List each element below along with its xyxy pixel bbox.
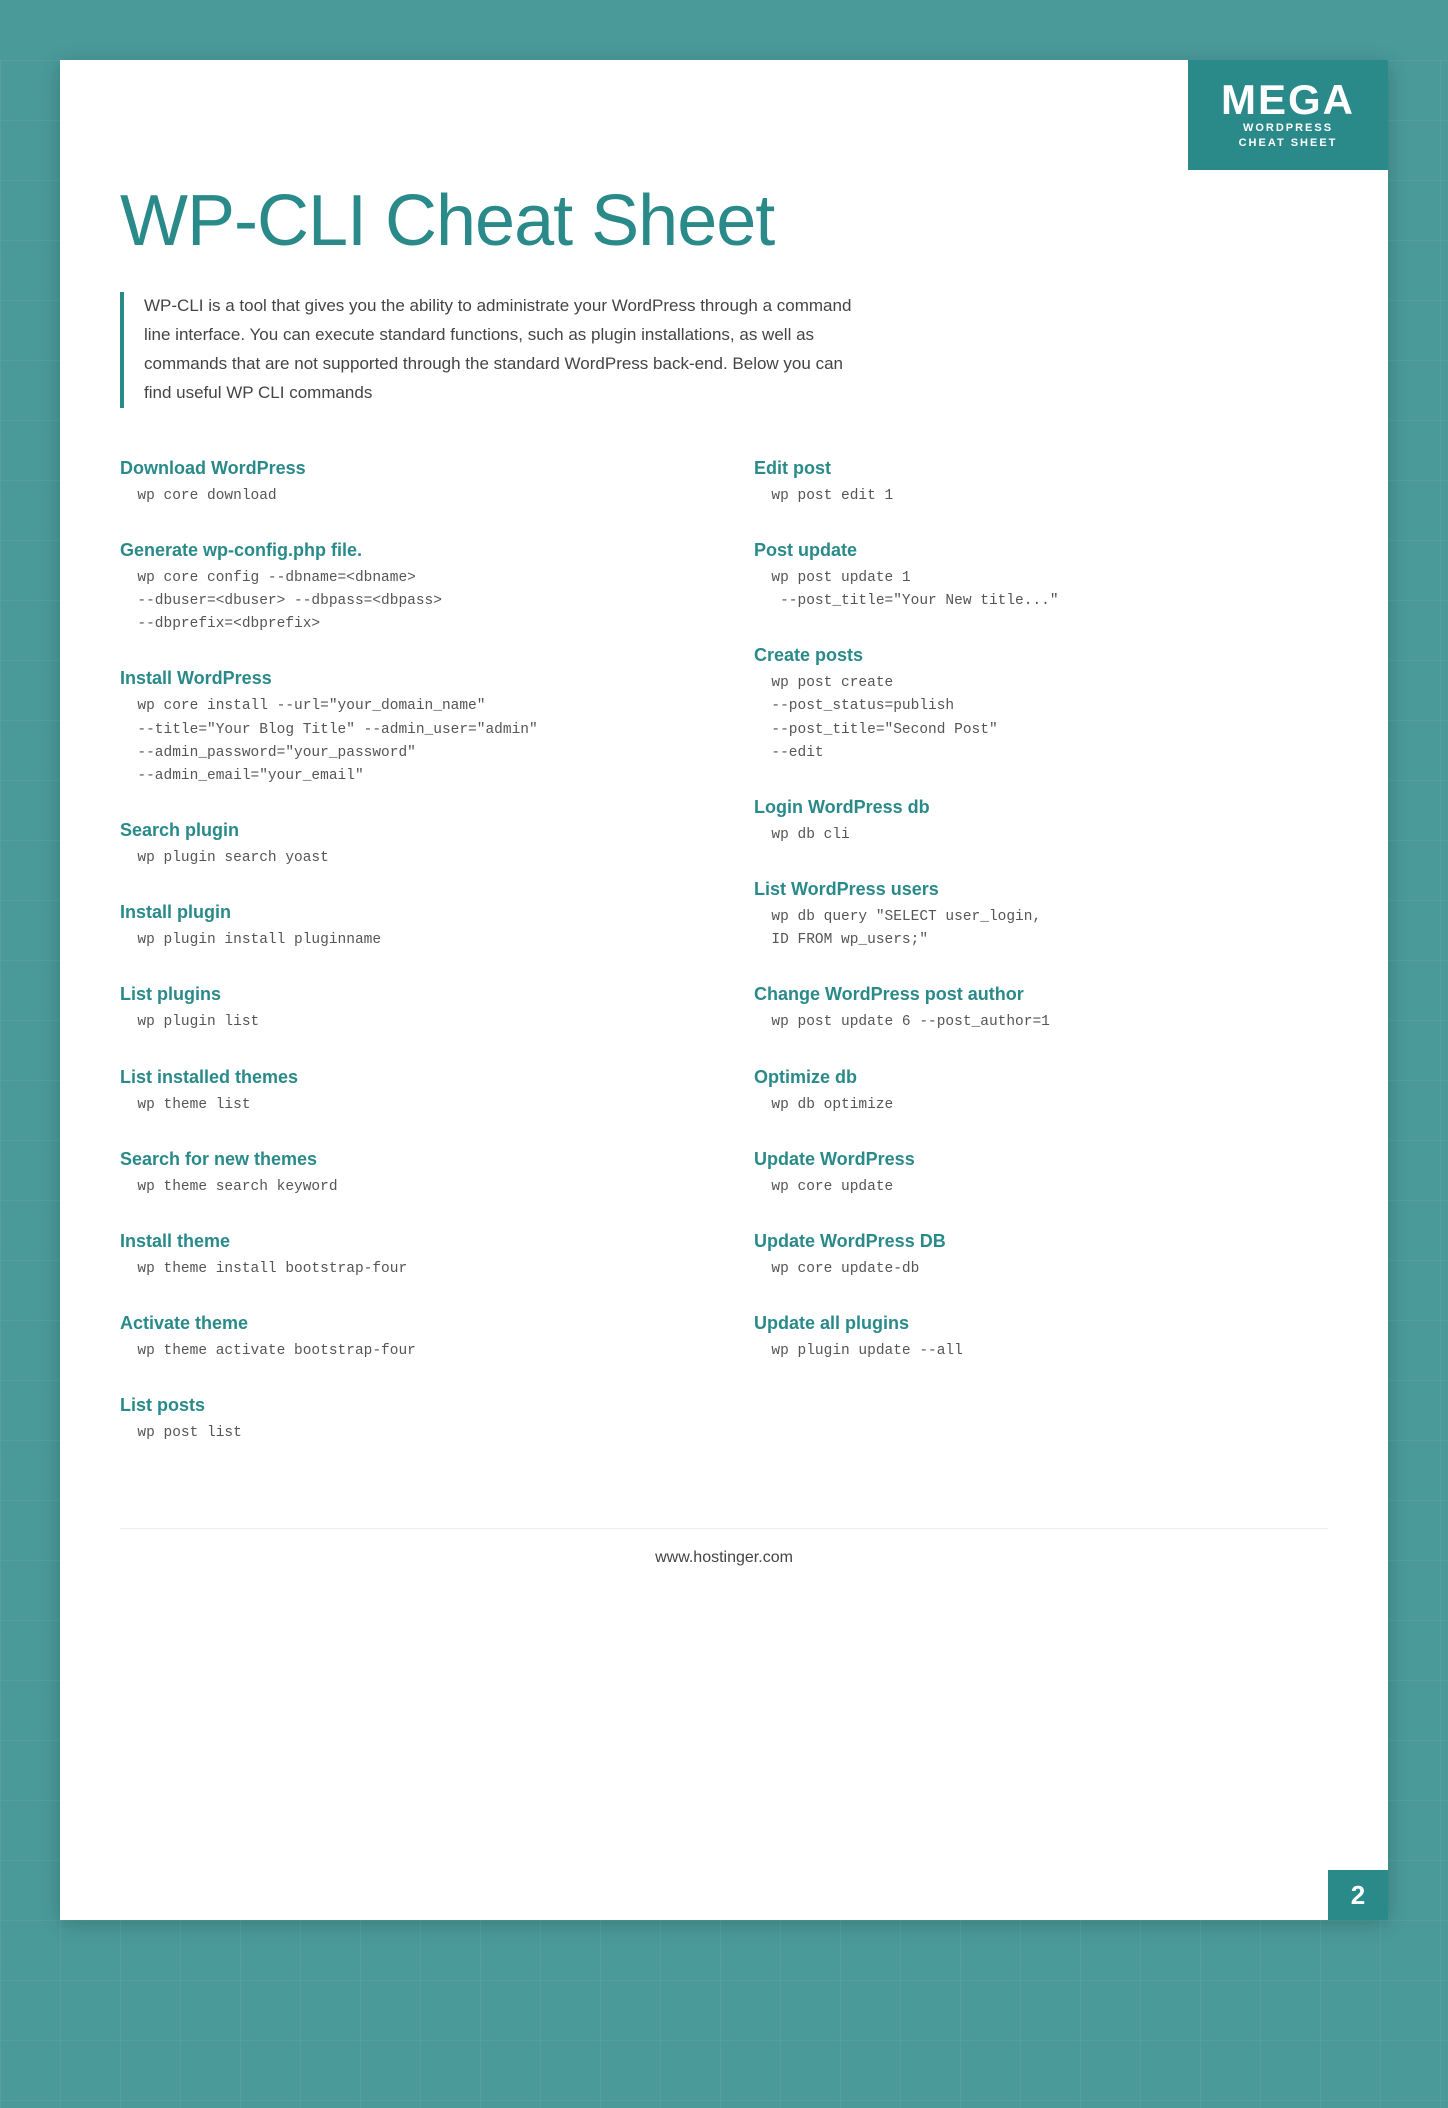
cmd-title: Install WordPress	[120, 668, 694, 689]
cmd-title: Optimize db	[754, 1067, 1328, 1088]
main-content-card: MEGA WORDPRESSCHEAT SHEET WP-CLI Cheat S…	[60, 60, 1388, 1920]
right-column: Edit post wp post edit 1 Post update wp p…	[754, 458, 1328, 1478]
cmd-title: Download WordPress	[120, 458, 694, 479]
cmd-title: Change WordPress post author	[754, 984, 1328, 1005]
cmd-code: wp plugin update --all	[754, 1340, 1328, 1363]
cmd-code: wp post list	[120, 1422, 694, 1445]
logo-sub-text: WORDPRESSCHEAT SHEET	[1239, 121, 1338, 152]
cmd-title: Search plugin	[120, 820, 694, 841]
cmd-section-left-2: Install WordPress wp core install --url=…	[120, 668, 694, 788]
cmd-section-right-0: Edit post wp post edit 1	[754, 458, 1328, 508]
cmd-code: wp core download	[120, 485, 694, 508]
cmd-section-right-3: Login WordPress db wp db cli	[754, 797, 1328, 847]
commands-grid: Download WordPress wp core download Gener…	[120, 458, 1328, 1478]
cmd-title: Install plugin	[120, 902, 694, 923]
cmd-code: wp db optimize	[754, 1094, 1328, 1117]
cmd-code: wp theme search keyword	[120, 1176, 694, 1199]
cmd-title: Update all plugins	[754, 1313, 1328, 1334]
cmd-code: wp theme install bootstrap-four	[120, 1258, 694, 1281]
cmd-section-left-5: List plugins wp plugin list	[120, 984, 694, 1034]
cmd-code: wp core install --url="your_domain_name"…	[120, 695, 694, 788]
cmd-section-left-10: List posts wp post list	[120, 1395, 694, 1445]
cmd-code: wp theme list	[120, 1094, 694, 1117]
cmd-section-left-3: Search plugin wp plugin search yoast	[120, 820, 694, 870]
cmd-title: Create posts	[754, 645, 1328, 666]
left-column: Download WordPress wp core download Gener…	[120, 458, 694, 1478]
cmd-title: Post update	[754, 540, 1328, 561]
cmd-title: Activate theme	[120, 1313, 694, 1334]
cmd-section-left-6: List installed themes wp theme list	[120, 1067, 694, 1117]
footer-url: www.hostinger.com	[655, 1549, 793, 1566]
cmd-section-left-9: Activate theme wp theme activate bootstr…	[120, 1313, 694, 1363]
cmd-section-left-1: Generate wp-config.php file. wp core con…	[120, 540, 694, 637]
cmd-code: wp post update 1 --post_title="Your New …	[754, 567, 1328, 613]
cmd-title: List WordPress users	[754, 879, 1328, 900]
cmd-code: wp db query "SELECT user_login, ID FROM …	[754, 906, 1328, 952]
logo-badge: MEGA WORDPRESSCHEAT SHEET	[1188, 60, 1388, 170]
cmd-title: List installed themes	[120, 1067, 694, 1088]
cmd-section-right-1: Post update wp post update 1 --post_titl…	[754, 540, 1328, 613]
cmd-section-left-8: Install theme wp theme install bootstrap…	[120, 1231, 694, 1281]
page-number: 2	[1328, 1870, 1388, 1920]
cmd-title: Update WordPress DB	[754, 1231, 1328, 1252]
cmd-title: Generate wp-config.php file.	[120, 540, 694, 561]
cmd-section-right-8: Update WordPress DB wp core update-db	[754, 1231, 1328, 1281]
cmd-code: wp theme activate bootstrap-four	[120, 1340, 694, 1363]
intro-block: WP-CLI is a tool that gives you the abil…	[120, 292, 860, 408]
cmd-code: wp post update 6 --post_author=1	[754, 1011, 1328, 1034]
cmd-code: wp core update-db	[754, 1258, 1328, 1281]
cmd-code: wp db cli	[754, 824, 1328, 847]
cmd-section-left-4: Install plugin wp plugin install pluginn…	[120, 902, 694, 952]
cmd-title: Install theme	[120, 1231, 694, 1252]
cmd-code: wp core update	[754, 1176, 1328, 1199]
footer: www.hostinger.com	[120, 1528, 1328, 1567]
cmd-title: Search for new themes	[120, 1149, 694, 1170]
cmd-section-right-9: Update all plugins wp plugin update --al…	[754, 1313, 1328, 1363]
page-title: WP-CLI Cheat Sheet	[120, 180, 1328, 262]
cmd-title: Login WordPress db	[754, 797, 1328, 818]
cmd-code: wp plugin install pluginname	[120, 929, 694, 952]
cmd-section-right-6: Optimize db wp db optimize	[754, 1067, 1328, 1117]
cmd-title: Update WordPress	[754, 1149, 1328, 1170]
cmd-title: List plugins	[120, 984, 694, 1005]
cmd-section-left-7: Search for new themes wp theme search ke…	[120, 1149, 694, 1199]
cmd-code: wp core config --dbname=<dbname> --dbuse…	[120, 567, 694, 637]
cmd-section-right-7: Update WordPress wp core update	[754, 1149, 1328, 1199]
cmd-section-left-0: Download WordPress wp core download	[120, 458, 694, 508]
logo-mega-text: MEGA	[1221, 79, 1355, 121]
cmd-code: wp post edit 1	[754, 485, 1328, 508]
cmd-title: List posts	[120, 1395, 694, 1416]
cmd-code: wp plugin list	[120, 1011, 694, 1034]
cmd-title: Edit post	[754, 458, 1328, 479]
cmd-code: wp plugin search yoast	[120, 847, 694, 870]
cmd-section-right-5: Change WordPress post author wp post upd…	[754, 984, 1328, 1034]
intro-text: WP-CLI is a tool that gives you the abil…	[144, 292, 860, 408]
cmd-section-right-2: Create posts wp post create --post_statu…	[754, 645, 1328, 765]
cmd-code: wp post create --post_status=publish --p…	[754, 672, 1328, 765]
cmd-section-right-4: List WordPress users wp db query "SELECT…	[754, 879, 1328, 952]
